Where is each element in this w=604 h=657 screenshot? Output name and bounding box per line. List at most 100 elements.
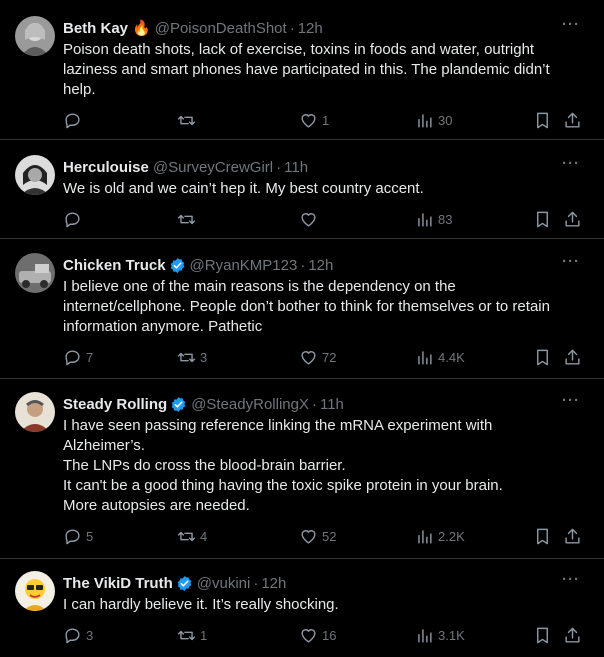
tweet-header: Herculouise @SurveyCrewGirl · 11h — [63, 155, 588, 179]
tweet-header: The VikiD Truth @vukini · 12h — [63, 571, 588, 595]
user-handle[interactable]: @SurveyCrewGirl — [153, 159, 273, 176]
more-options-icon[interactable]: ··· — [562, 571, 580, 588]
tweet-text: We is old and we cain’t hep it. My best … — [63, 179, 588, 199]
text-line: It can't be a good thing having the toxi… — [63, 477, 503, 494]
views-button[interactable]: 83 — [415, 210, 452, 229]
views-chart-icon — [418, 629, 432, 643]
like-button[interactable]: 16 — [299, 626, 336, 645]
bookmark-button[interactable] — [533, 626, 552, 645]
avatar[interactable] — [15, 571, 55, 611]
more-options-icon[interactable]: ··· — [562, 16, 580, 33]
reply-button[interactable] — [63, 210, 86, 229]
share-icon — [565, 627, 580, 643]
tweet[interactable]: Beth Kay 🔥 @PoisonDeathShot · 12h ··· Po… — [0, 0, 604, 140]
timestamp[interactable]: 12h — [261, 575, 286, 592]
avatar[interactable] — [15, 16, 55, 56]
retweet-button[interactable] — [177, 210, 200, 229]
display-name[interactable]: Herculouise — [63, 159, 149, 176]
text-line: I can hardly believe it. It’s really sho… — [63, 596, 339, 613]
text-line: Poison death shots, lack of exercise, to… — [63, 41, 535, 58]
tweet-text: I have seen passing reference linking th… — [63, 416, 588, 516]
display-name[interactable]: The VikiD Truth — [63, 575, 173, 592]
heart-icon — [301, 629, 316, 643]
text-line: Alzheimer’s. — [63, 437, 145, 454]
share-button[interactable] — [563, 626, 582, 645]
text-line: I believe one of the main reasons is the… — [63, 278, 456, 295]
user-handle[interactable]: @vukini — [197, 575, 251, 592]
views-button[interactable]: 2.2K — [415, 527, 465, 546]
retweet-button[interactable]: 1 — [177, 626, 207, 645]
bookmark-icon — [537, 211, 548, 228]
bookmark-icon — [537, 627, 548, 644]
text-line: laziness and smart phones have participa… — [63, 61, 550, 78]
like-button[interactable] — [299, 210, 322, 229]
reply-icon — [65, 628, 80, 644]
tweet-header: Steady Rolling @SteadyRollingX · 11h — [63, 392, 588, 416]
display-name[interactable]: Beth Kay — [63, 20, 128, 37]
text-line: help. — [63, 81, 96, 98]
reply-button[interactable]: 5 — [63, 527, 93, 546]
user-handle[interactable]: @RyanKMP123 — [190, 257, 298, 274]
verified-badge-icon — [169, 257, 186, 274]
text-line: More autopsies are needed. — [63, 497, 250, 514]
share-button[interactable] — [563, 348, 582, 367]
tweet[interactable]: Chicken Truck @RyanKMP123 · 12h ··· I be… — [0, 239, 604, 379]
text-line: internet/cellphone. People don’t bother … — [63, 298, 550, 315]
avatar[interactable] — [15, 392, 55, 432]
verified-badge-icon — [176, 575, 193, 592]
retweet-icon — [177, 531, 196, 542]
display-name[interactable]: Chicken Truck — [63, 257, 166, 274]
bookmark-icon — [537, 112, 548, 129]
tweet[interactable]: The VikiD Truth @vukini · 12h ··· I can … — [0, 559, 604, 657]
avatar[interactable] — [15, 155, 55, 195]
reply-button[interactable]: 3 — [63, 626, 93, 645]
timestamp[interactable]: 12h — [308, 257, 333, 274]
share-icon — [565, 112, 580, 128]
display-name[interactable]: Steady Rolling — [63, 396, 167, 413]
more-options-icon[interactable]: ··· — [562, 253, 580, 270]
timestamp[interactable]: 11h — [284, 159, 308, 176]
share-button[interactable] — [563, 527, 582, 546]
tweet[interactable]: Steady Rolling @SteadyRollingX · 11h ···… — [0, 379, 604, 559]
separator-dot: · — [253, 574, 259, 592]
like-button[interactable]: 72 — [299, 348, 336, 367]
timestamp[interactable]: 11h — [320, 396, 344, 413]
bookmark-button[interactable] — [533, 527, 552, 546]
avatar[interactable] — [15, 253, 55, 293]
views-button[interactable]: 4.4K — [415, 348, 465, 367]
tweet-actions: 5 4 52 2.2K — [63, 516, 588, 562]
reply-button[interactable]: 7 — [63, 348, 93, 367]
separator-dot: · — [311, 395, 317, 413]
timeline-feed: Beth Kay 🔥 @PoisonDeathShot · 12h ··· Po… — [0, 0, 604, 657]
more-options-icon[interactable]: ··· — [562, 392, 580, 409]
separator-dot: · — [300, 256, 306, 274]
heart-icon — [301, 213, 316, 227]
like-button[interactable]: 1 — [299, 111, 329, 130]
retweet-icon — [177, 630, 196, 641]
heart-icon — [301, 114, 316, 128]
heart-icon — [301, 351, 316, 365]
reply-icon — [65, 350, 80, 366]
user-handle[interactable]: @PoisonDeathShot — [155, 20, 287, 37]
bookmark-button[interactable] — [533, 348, 552, 367]
more-options-icon[interactable]: ··· — [562, 155, 580, 172]
user-handle[interactable]: @SteadyRollingX — [191, 396, 309, 413]
retweet-icon — [177, 352, 196, 363]
timestamp[interactable]: 12h — [298, 20, 323, 37]
tweet[interactable]: Herculouise @SurveyCrewGirl · 11h ··· We… — [0, 140, 604, 239]
retweet-button[interactable]: 3 — [177, 348, 207, 367]
bookmark-button[interactable] — [533, 111, 552, 130]
share-button[interactable] — [563, 111, 582, 130]
tweet-actions: 3 1 16 3.1K — [63, 615, 588, 657]
share-button[interactable] — [563, 210, 582, 229]
like-button[interactable]: 52 — [299, 527, 336, 546]
tweet-header: Chicken Truck @RyanKMP123 · 12h — [63, 253, 588, 277]
views-button[interactable]: 30 — [415, 111, 452, 130]
retweet-button[interactable] — [177, 111, 200, 130]
views-button[interactable]: 3.1K — [415, 626, 465, 645]
reply-button[interactable] — [63, 111, 86, 130]
retweet-button[interactable]: 4 — [177, 527, 207, 546]
tweet-header: Beth Kay 🔥 @PoisonDeathShot · 12h — [63, 16, 588, 40]
tweet-text: I believe one of the main reasons is the… — [63, 277, 588, 337]
bookmark-button[interactable] — [533, 210, 552, 229]
